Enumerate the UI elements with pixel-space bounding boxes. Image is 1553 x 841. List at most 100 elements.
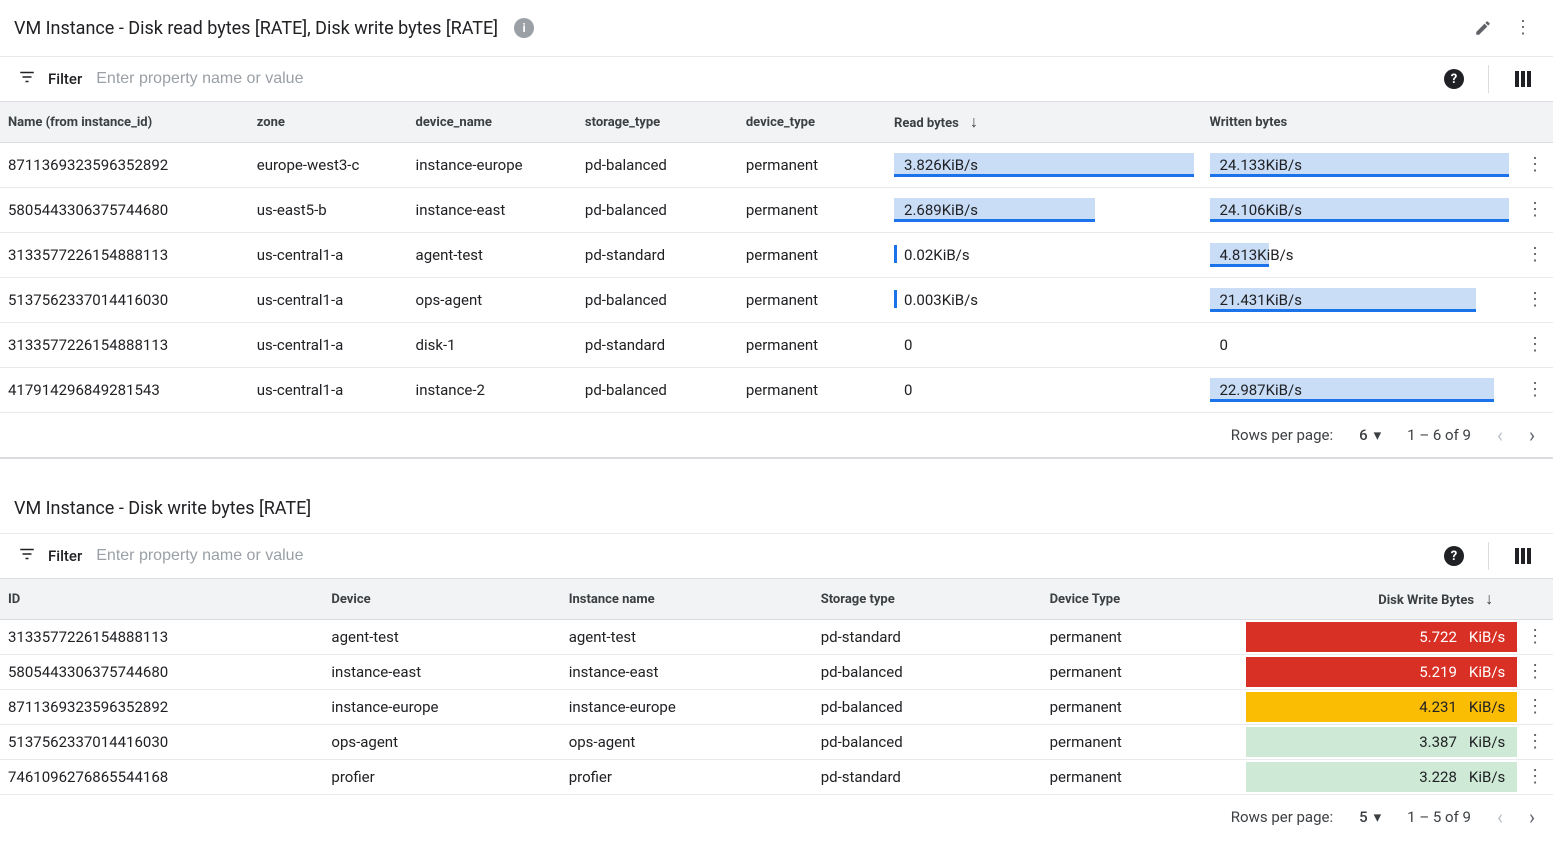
metric-cell: 2.689KiB/s [886, 188, 1201, 233]
col-header[interactable]: Device Type [1042, 579, 1247, 620]
cell: us-central1-a [249, 278, 408, 323]
cell: pd-balanced [577, 143, 738, 188]
row-more-icon[interactable]: ⋮ [1526, 661, 1544, 682]
col-header[interactable]: storage_type [577, 102, 738, 143]
columns-icon[interactable] [1509, 542, 1537, 570]
table-row: 3133577226154888113us-central1-aagent-te… [0, 233, 1553, 278]
info-icon[interactable]: i [510, 14, 538, 42]
row-more-icon[interactable]: ⋮ [1526, 379, 1544, 400]
cell: 8711369323596352892 [0, 143, 249, 188]
cell: permanent [738, 323, 886, 368]
sort-desc-icon: ↓ [1485, 589, 1493, 608]
cell: 3133577226154888113 [0, 323, 249, 368]
metric-cell: 3.826KiB/s [886, 143, 1201, 188]
cell: instance-europe [408, 143, 577, 188]
disk-rw-table: Name (from instance_id)zonedevice_namest… [0, 101, 1553, 413]
cell: permanent [1042, 620, 1247, 655]
edit-icon[interactable] [1469, 14, 1497, 42]
filter-input[interactable] [94, 69, 594, 89]
col-header[interactable]: Read bytes ↓ [886, 102, 1201, 143]
divider [1488, 542, 1489, 570]
cell: ops-agent [408, 278, 577, 323]
cell: pd-standard [577, 233, 738, 278]
metric-cell: 21.431KiB/s [1202, 278, 1517, 323]
cell: permanent [738, 233, 886, 278]
row-more-icon[interactable]: ⋮ [1526, 154, 1544, 175]
cell: profier [323, 760, 560, 795]
metric-cell: 0 [1202, 323, 1517, 368]
next-page-icon[interactable]: › [1529, 805, 1535, 829]
sort-desc-icon: ↓ [970, 112, 978, 131]
panel-more-icon[interactable]: ⋮ [1509, 14, 1537, 42]
col-header[interactable]: Name (from instance_id) [0, 102, 249, 143]
cell: instance-2 [408, 368, 577, 413]
row-more-icon[interactable]: ⋮ [1526, 626, 1544, 647]
cell: permanent [1042, 690, 1247, 725]
metric-cell: 5.722KiB/s [1246, 620, 1517, 655]
panel-header: VM Instance - Disk read bytes [RATE], Di… [0, 0, 1553, 56]
cell: instance-east [323, 655, 560, 690]
cell: profier [561, 760, 813, 795]
filter-icon[interactable] [18, 68, 36, 90]
divider [1488, 65, 1489, 93]
panel-disk-write: VM Instance - Disk write bytes [RATE] Fi… [0, 484, 1553, 839]
metric-cell: 3.387KiB/s [1246, 725, 1517, 760]
row-more-icon[interactable]: ⋮ [1526, 334, 1544, 355]
table-row: 3133577226154888113agent-testagent-testp… [0, 620, 1553, 655]
prev-page-icon[interactable]: ‹ [1497, 805, 1503, 829]
metric-cell: 0 [886, 368, 1201, 413]
prev-page-icon[interactable]: ‹ [1497, 423, 1503, 447]
rows-per-page-select[interactable]: 5 ▾ [1359, 808, 1381, 826]
disk-write-table: IDDeviceInstance nameStorage typeDevice … [0, 578, 1553, 795]
cell: 5137562337014416030 [0, 278, 249, 323]
cell: permanent [1042, 725, 1247, 760]
col-header[interactable]: Instance name [561, 579, 813, 620]
cell: instance-europe [561, 690, 813, 725]
col-header[interactable]: Device [323, 579, 560, 620]
cell: pd-standard [813, 620, 1042, 655]
col-header[interactable]: Disk Write Bytes ↓ [1246, 579, 1517, 620]
row-more-icon[interactable]: ⋮ [1526, 731, 1544, 752]
metric-cell: 0 [886, 323, 1201, 368]
cell: ops-agent [323, 725, 560, 760]
help-icon[interactable]: ? [1440, 65, 1468, 93]
filter-icon[interactable] [18, 545, 36, 567]
row-more-icon[interactable]: ⋮ [1526, 244, 1544, 265]
filter-input[interactable] [94, 546, 594, 566]
row-more-icon[interactable]: ⋮ [1526, 199, 1544, 220]
row-more-icon[interactable]: ⋮ [1526, 289, 1544, 310]
table-row: 5805443306375744680instance-eastinstance… [0, 655, 1553, 690]
metric-cell: 0.003KiB/s [886, 278, 1201, 323]
col-header[interactable]: Written bytes [1202, 102, 1517, 143]
rows-per-page-label: Rows per page: [1231, 426, 1333, 444]
col-header[interactable]: ID [0, 579, 323, 620]
cell: agent-test [323, 620, 560, 655]
metric-cell: 0.02KiB/s [886, 233, 1201, 278]
filter-bar: Filter ? [0, 533, 1553, 578]
cell: us-central1-a [249, 233, 408, 278]
cell: 8711369323596352892 [0, 690, 323, 725]
row-more-icon[interactable]: ⋮ [1526, 696, 1544, 717]
panel-header: VM Instance - Disk write bytes [RATE] [0, 484, 1553, 533]
col-header[interactable]: Storage type [813, 579, 1042, 620]
cell: permanent [738, 368, 886, 413]
next-page-icon[interactable]: › [1529, 423, 1535, 447]
cell: pd-balanced [813, 690, 1042, 725]
col-header[interactable]: device_name [408, 102, 577, 143]
page-range: 1 – 6 of 9 [1407, 426, 1471, 444]
metric-cell: 5.219KiB/s [1246, 655, 1517, 690]
row-more-icon[interactable]: ⋮ [1526, 766, 1544, 787]
cell: 5805443306375744680 [0, 655, 323, 690]
table-row: 5137562337014416030us-central1-aops-agen… [0, 278, 1553, 323]
col-header[interactable]: zone [249, 102, 408, 143]
help-icon[interactable]: ? [1440, 542, 1468, 570]
columns-icon[interactable] [1509, 65, 1537, 93]
table-row: 5137562337014416030ops-agentops-agentpd-… [0, 725, 1553, 760]
rows-per-page-select[interactable]: 6 ▾ [1359, 426, 1381, 444]
col-header[interactable]: device_type [738, 102, 886, 143]
filter-bar: Filter ? [0, 56, 1553, 101]
cell: pd-balanced [813, 725, 1042, 760]
pager: Rows per page: 6 ▾ 1 – 6 of 9 ‹ › [0, 413, 1553, 457]
panel-title: VM Instance - Disk read bytes [RATE], Di… [14, 18, 498, 39]
metric-cell: 22.987KiB/s [1202, 368, 1517, 413]
